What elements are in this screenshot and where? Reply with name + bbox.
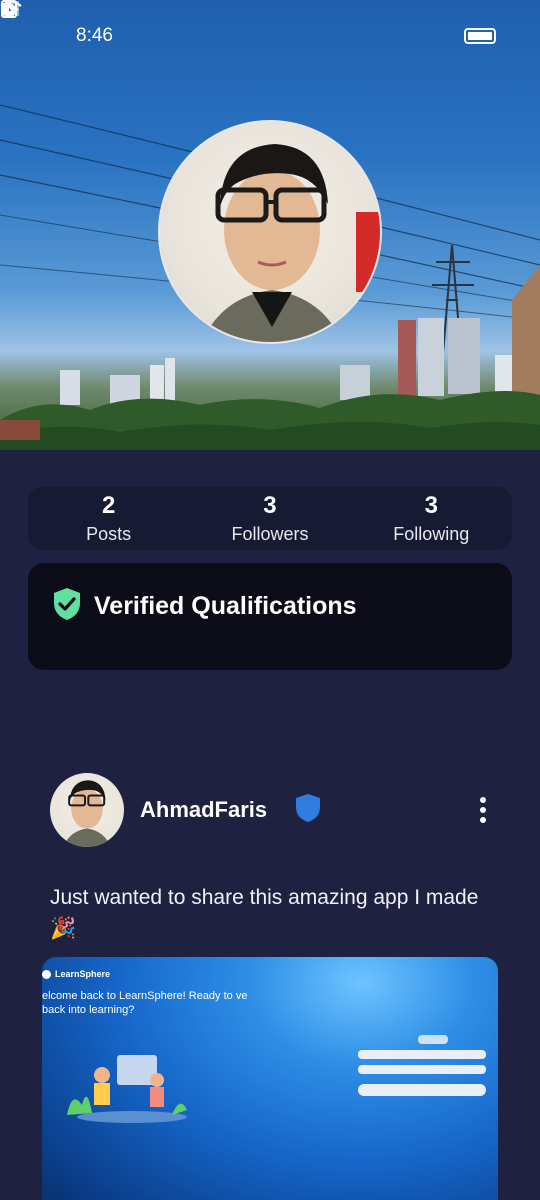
image-form-button xyxy=(358,1084,486,1096)
more-vertical-icon[interactable] xyxy=(480,797,486,823)
stat-value: 3 xyxy=(263,492,277,519)
stat-posts[interactable]: 2 Posts xyxy=(34,492,184,545)
image-illustration xyxy=(67,1055,187,1123)
verified-qualifications-card[interactable]: Verified Qualifications xyxy=(28,563,512,670)
image-login-form xyxy=(358,1035,486,1096)
image-form-field xyxy=(358,1065,486,1074)
image-form-field xyxy=(358,1050,486,1059)
profile-photo xyxy=(201,144,380,342)
post-author-avatar[interactable] xyxy=(50,773,124,847)
battery-icon xyxy=(464,28,496,44)
image-welcome-text: elcome back to LearnSphere! Ready to ve … xyxy=(42,990,248,1016)
post-text: Just wanted to share this amazing app I … xyxy=(50,886,479,940)
stat-label: Following xyxy=(393,524,470,544)
post-username[interactable]: AhmadFaris xyxy=(140,797,267,823)
verified-title: Verified Qualifications xyxy=(94,592,357,620)
stat-followers[interactable]: 3 Followers xyxy=(195,492,345,545)
stat-label: Followers xyxy=(231,524,309,544)
profile-stats: 2 Posts 3 Followers 3 Following xyxy=(28,487,512,550)
profile-cover: 8:46 xyxy=(0,0,540,450)
verified-badge-icon xyxy=(295,793,321,828)
status-icons xyxy=(0,0,496,44)
stat-value: 3 xyxy=(424,492,438,519)
post-header: AhmadFaris xyxy=(50,772,500,848)
author-photo xyxy=(63,780,111,847)
status-time: 8:46 xyxy=(76,25,113,46)
stat-value: 2 xyxy=(101,492,116,519)
post-image[interactable]: LearnSphere elcome back to LearnSphere! … xyxy=(42,957,498,1200)
stat-following[interactable]: 3 Following xyxy=(356,492,506,545)
stat-label: Posts xyxy=(86,524,132,544)
image-brand: LearnSphere xyxy=(42,969,110,979)
verified-header: Verified Qualifications xyxy=(52,587,488,626)
shield-check-icon xyxy=(52,587,82,626)
brand-logo-icon xyxy=(42,969,51,979)
profile-avatar[interactable] xyxy=(158,120,382,344)
status-bar: 8:46 xyxy=(0,0,540,72)
image-form-tab xyxy=(418,1035,448,1044)
image-brand-text: LearnSphere xyxy=(55,969,111,979)
